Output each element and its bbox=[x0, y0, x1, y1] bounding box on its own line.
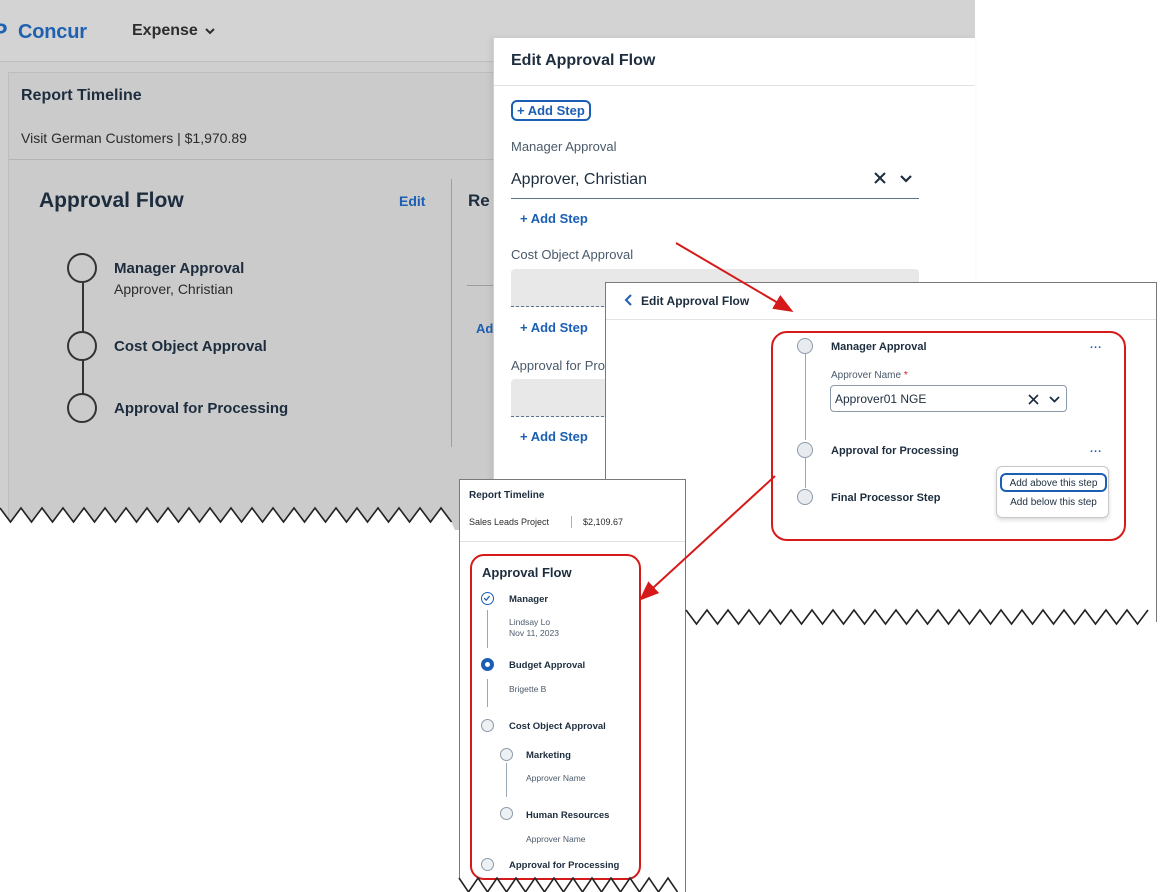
add-step-button[interactable]: + Add Step bbox=[520, 429, 588, 444]
field-label-text: Approver Name bbox=[831, 370, 902, 381]
step-approver: Approver, Christian bbox=[114, 281, 234, 297]
select-value: Approver01 NGE bbox=[835, 392, 927, 406]
clipped-section-heading: Re bbox=[468, 191, 490, 210]
step-status-circle bbox=[481, 719, 494, 732]
section-label: Cost Object Approval bbox=[511, 247, 634, 262]
check-icon bbox=[483, 595, 491, 602]
report-amount: $2,109.67 bbox=[583, 517, 624, 527]
step-label: Approval for Processing bbox=[509, 860, 620, 871]
step-label: Approval for Processing bbox=[114, 400, 289, 417]
add-step-button[interactable]: + Add Step bbox=[520, 320, 588, 335]
timeline-connector bbox=[487, 610, 488, 648]
step-label: Manager bbox=[509, 594, 549, 605]
more-options-button[interactable]: ... bbox=[1090, 443, 1102, 455]
step-label: Approval for Processing bbox=[831, 445, 959, 457]
timeline-connector bbox=[805, 458, 806, 488]
expense-menu[interactable]: Expense bbox=[132, 22, 216, 40]
concur-logo[interactable]: P Concur bbox=[0, 19, 87, 45]
step-label: Manager Approval bbox=[831, 341, 927, 353]
approver-name-label: Approver Name * bbox=[831, 370, 908, 381]
step-status-circle bbox=[797, 489, 813, 505]
step-status-circle bbox=[500, 807, 513, 820]
mobile-report-timeline: Report Timeline Sales Leads Project $2,1… bbox=[459, 479, 686, 892]
step-status-circle bbox=[481, 592, 494, 605]
dialog-title: Edit Approval Flow bbox=[511, 52, 656, 69]
column-separator bbox=[451, 179, 452, 447]
step-label: Cost Object Approval bbox=[509, 721, 606, 732]
timeline-connector bbox=[487, 679, 488, 707]
clear-icon[interactable] bbox=[1027, 393, 1040, 406]
back-chevron-icon[interactable] bbox=[623, 294, 635, 306]
divider bbox=[460, 541, 685, 542]
chevron-down-icon[interactable] bbox=[899, 172, 913, 186]
annotation-highlight bbox=[470, 554, 641, 880]
step-label: Manager Approval bbox=[114, 260, 245, 277]
edit-approval-flow-panel: Edit Approval Flow Manager Approval ... … bbox=[605, 282, 1157, 622]
required-indicator: * bbox=[903, 370, 908, 381]
panel-title[interactable]: Edit Approval Flow bbox=[641, 294, 749, 308]
clipped-add-link[interactable]: Ad bbox=[476, 321, 493, 336]
approval-flow-title: Approval Flow bbox=[39, 189, 184, 212]
step-label: Human Resources bbox=[526, 810, 610, 821]
timeline-connector bbox=[506, 763, 507, 797]
step-status-circle bbox=[67, 331, 97, 361]
step-status-circle bbox=[797, 442, 813, 458]
report-timeline-title: Report Timeline bbox=[21, 87, 142, 104]
approval-flow-title: Approval Flow bbox=[482, 565, 572, 580]
step-date: Nov 11, 2023 bbox=[509, 628, 559, 638]
timeline-connector bbox=[805, 352, 806, 440]
report-subtitle: Visit German Customers | $1,970.89 bbox=[21, 130, 247, 146]
chevron-down-icon bbox=[205, 28, 215, 35]
section-label: Approval for Pro bbox=[511, 358, 605, 373]
manager-approver-select[interactable]: Approver, Christian bbox=[511, 163, 919, 199]
expense-menu-label: Expense bbox=[132, 22, 198, 39]
approver-name-select[interactable]: Approver01 NGE bbox=[830, 385, 1067, 412]
step-approver: Approver Name bbox=[526, 773, 586, 783]
step-status-circle bbox=[797, 338, 813, 354]
step-approver: Approver Name bbox=[526, 834, 586, 844]
more-options-button[interactable]: ... bbox=[1090, 339, 1102, 351]
step-approver: Brigette B bbox=[509, 684, 547, 694]
step-status-circle bbox=[67, 253, 97, 283]
step-label: Marketing bbox=[526, 750, 571, 761]
step-approver: Lindsay Lo bbox=[509, 617, 551, 627]
divider bbox=[571, 516, 572, 528]
logo-mark-icon: P bbox=[0, 19, 18, 45]
chevron-down-icon[interactable] bbox=[1049, 394, 1060, 405]
step-status-circle bbox=[67, 393, 97, 423]
step-options-menu: Add above this step Add below this step bbox=[996, 466, 1109, 518]
add-step-button[interactable]: + Add Step bbox=[520, 211, 588, 226]
report-name: Sales Leads Project bbox=[469, 517, 550, 527]
brand-name: Concur bbox=[18, 20, 87, 43]
step-status-circle bbox=[500, 748, 513, 761]
report-timeline-title: Report Timeline bbox=[469, 490, 545, 501]
edit-approval-flow-link[interactable]: Edit bbox=[399, 193, 425, 209]
clear-icon[interactable] bbox=[871, 169, 889, 187]
add-step-button[interactable]: + Add Step bbox=[511, 100, 591, 121]
menu-item-add-below[interactable]: Add below this step bbox=[1000, 494, 1107, 513]
panel-header: Edit Approval Flow bbox=[606, 283, 1156, 320]
select-value: Approver, Christian bbox=[511, 171, 648, 188]
step-label: Budget Approval bbox=[509, 660, 586, 671]
menu-item-add-above[interactable]: Add above this step bbox=[1000, 473, 1107, 492]
step-status-circle bbox=[481, 858, 494, 871]
step-status-circle bbox=[481, 658, 494, 671]
step-label: Cost Object Approval bbox=[114, 338, 267, 355]
step-label: Final Processor Step bbox=[831, 492, 941, 504]
section-label: Manager Approval bbox=[511, 139, 617, 154]
